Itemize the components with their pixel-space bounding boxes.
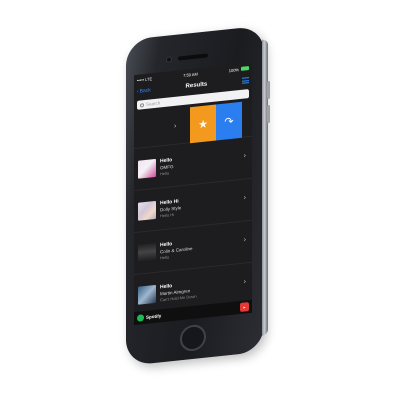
chevron-left-icon: ‹ [137,88,139,95]
phone-device: ••••• LTE 7:59 AM 100% ‹ Back Results Se… [126,25,270,367]
chevron-right-icon: › [243,152,246,160]
star-icon: ★ [198,117,208,131]
service-label: Spotify [146,313,162,320]
back-button[interactable]: ‹ Back [137,87,151,94]
clock: 7:59 AM [183,70,198,78]
spotify-icon [137,314,144,322]
battery-percent: 100% [228,66,239,73]
screen: ••••• LTE 7:59 AM 100% ‹ Back Results Se… [134,62,252,326]
share-icon: ↷ [224,115,234,129]
favorite-action-button[interactable]: ★ [190,104,216,144]
home-button[interactable] [180,323,206,353]
track-album: Hello Hi [160,211,175,218]
chevron-right-icon: › [243,278,246,286]
back-label: Back [139,87,151,95]
hamburger-menu-icon[interactable] [241,77,249,84]
track-album: Hello [160,169,170,176]
earpiece [178,53,208,61]
app-badge-icon[interactable]: ▸ [240,302,249,313]
album-art [138,158,156,179]
search-icon [140,102,144,108]
battery-icon [240,66,249,71]
chevron-right-icon: › [243,236,246,244]
share-action-button[interactable]: ↷ [216,101,242,141]
album-art [138,284,156,305]
volume-down-button [267,104,270,124]
carrier-label: ••••• LTE [137,75,153,83]
front-camera [166,56,172,63]
album-art [138,242,156,263]
volume-up-button [267,80,270,100]
chevron-right-icon: › [243,194,246,202]
album-art [138,200,156,221]
search-placeholder: Search [146,100,161,107]
page-title: Results [185,81,208,90]
